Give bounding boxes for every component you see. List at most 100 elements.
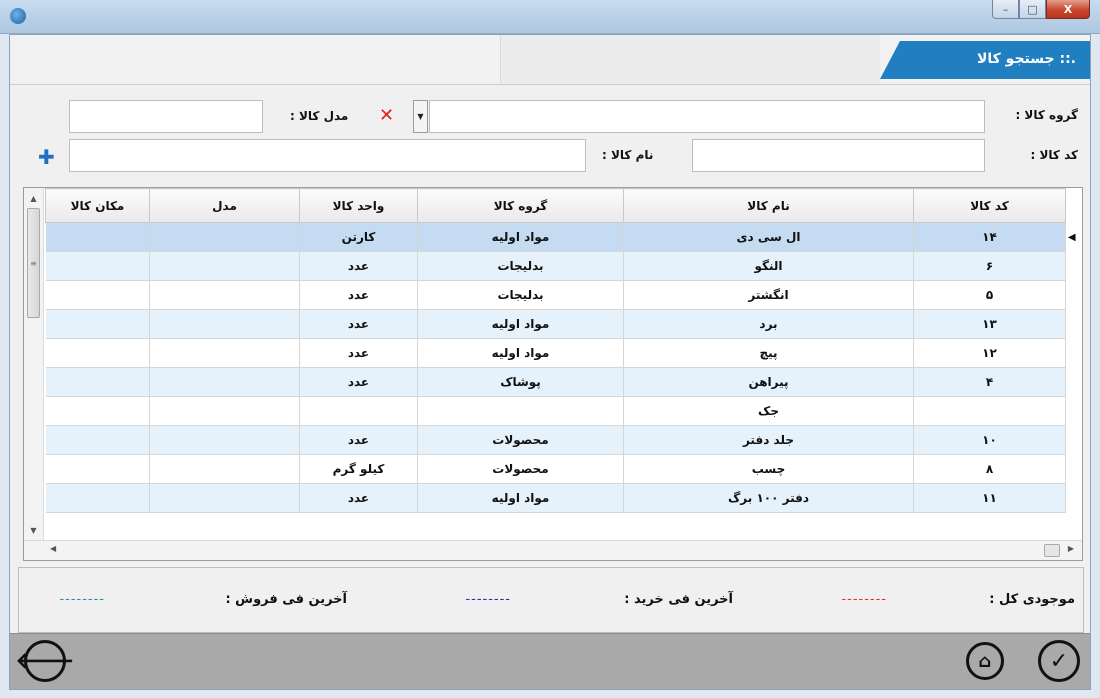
items-grid: ▲ ≡ ▼ کد کالا نام کالا گروه کالا واحد کا… xyxy=(23,187,1083,561)
close-x-icon[interactable]: ✕ xyxy=(379,107,394,125)
stock-label: موجودی کل : xyxy=(989,592,1075,607)
cell-code xyxy=(913,396,1066,426)
cell-name: دفتر ۱۰۰ برگ xyxy=(623,483,914,513)
cell-model xyxy=(149,425,300,455)
column-header-unit[interactable]: واحد کالا xyxy=(299,188,418,223)
column-header-location[interactable]: مکان کالا xyxy=(45,188,150,223)
scroll-thumb[interactable]: ≡ xyxy=(27,208,40,318)
table-row[interactable]: ۵ انگشتر بدلیجات عدد xyxy=(45,280,1078,310)
table-row[interactable]: ۶ النگو بدلیجات عدد xyxy=(45,251,1078,281)
scroll-right-icon[interactable]: ▶ xyxy=(1068,544,1074,553)
code-input[interactable] xyxy=(692,139,985,172)
cell-name: برد xyxy=(623,309,914,339)
cell-model xyxy=(149,222,300,252)
table-row[interactable]: ۴ پیراهن پوشاک عدد xyxy=(45,367,1078,397)
table-row[interactable]: ۱۳ برد مواد اولیه عدد xyxy=(45,309,1078,339)
cell-code: ۶ xyxy=(913,251,1066,281)
cell-model xyxy=(149,454,300,484)
cell-name: چسب xyxy=(623,454,914,484)
cell-group: مواد اولیه xyxy=(417,338,624,368)
cell-location xyxy=(45,396,150,426)
cell-location xyxy=(45,338,150,368)
model-input[interactable] xyxy=(69,100,263,133)
cell-group: بدلیجات xyxy=(417,280,624,310)
home-button[interactable]: ⌂ xyxy=(966,642,1004,680)
cell-unit: کیلو گرم xyxy=(299,454,418,484)
table-row[interactable]: ۱۱ دفتر ۱۰۰ برگ مواد اولیه عدد xyxy=(45,483,1078,513)
cell-name: پیراهن xyxy=(623,367,914,397)
group-combo-input[interactable] xyxy=(429,100,985,133)
cell-location xyxy=(45,483,150,513)
cell-location xyxy=(45,454,150,484)
row-selector xyxy=(1065,454,1078,484)
scroll-down-icon[interactable]: ▼ xyxy=(24,522,43,538)
cell-unit: عدد xyxy=(299,483,418,513)
form-client-area: .:: جستجو کالا گروه کالا : ▼ ✕ مدل کالا … xyxy=(9,34,1091,690)
confirm-button[interactable]: ✓ xyxy=(1038,640,1080,682)
column-header-code[interactable]: کد کالا xyxy=(913,188,1066,223)
form-header: .:: جستجو کالا xyxy=(10,35,1090,85)
cell-location xyxy=(45,222,150,252)
table-row[interactable]: ۱۰ جلد دفتر محصولات عدد xyxy=(45,425,1078,455)
cell-code: ۱۰ xyxy=(913,425,1066,455)
cell-name: پیچ xyxy=(623,338,914,368)
chevron-down-icon[interactable]: ▼ xyxy=(413,100,428,133)
cell-unit: عدد xyxy=(299,338,418,368)
cell-code: ۵ xyxy=(913,280,1066,310)
cell-group: بدلیجات xyxy=(417,251,624,281)
cell-unit: عدد xyxy=(299,251,418,281)
table-row[interactable]: ۱۲ پیچ مواد اولیه عدد xyxy=(45,338,1078,368)
vertical-scrollbar[interactable]: ▲ ≡ ▼ xyxy=(24,188,44,540)
cell-name: النگو xyxy=(623,251,914,281)
cell-model xyxy=(149,396,300,426)
scroll-up-icon[interactable]: ▲ xyxy=(24,190,43,206)
maximize-button[interactable]: □ xyxy=(1019,0,1046,19)
column-header-model[interactable]: مدل xyxy=(149,188,300,223)
cell-location xyxy=(45,251,150,281)
cell-name: جک xyxy=(623,396,914,426)
items-table: کد کالا نام کالا گروه کالا واحد کالا مدل… xyxy=(45,188,1078,513)
last-sell-value: -------- xyxy=(59,592,105,607)
cell-unit: عدد xyxy=(299,367,418,397)
last-sell-label: آخرین فی فروش : xyxy=(225,592,347,607)
cell-code: ۴ xyxy=(913,367,1066,397)
window-controls: – □ X xyxy=(992,0,1090,19)
last-buy-label: آخرین فی خرید : xyxy=(624,592,733,607)
stock-value: -------- xyxy=(841,592,887,607)
page-title: .:: جستجو کالا xyxy=(976,51,1076,67)
app-logo-icon xyxy=(10,8,26,24)
row-selector xyxy=(1065,425,1078,455)
cell-code: ۸ xyxy=(913,454,1066,484)
scroll-thumb-horizontal[interactable] xyxy=(1044,544,1060,557)
plus-icon[interactable]: ✚ xyxy=(38,147,55,167)
name-input[interactable] xyxy=(69,139,586,172)
cell-model xyxy=(149,251,300,281)
row-selector xyxy=(1065,309,1078,339)
horizontal-scrollbar[interactable]: ◀ ▶ xyxy=(24,540,1082,560)
column-header-name[interactable]: نام کالا xyxy=(623,188,914,223)
row-selector-header xyxy=(1065,188,1078,223)
cell-group: مواد اولیه xyxy=(417,222,624,252)
table-row[interactable]: ◀ ۱۴ ال سی دی مواد اولیه کارتن xyxy=(45,222,1078,252)
cell-code: ۱۴ xyxy=(913,222,1066,252)
table-row[interactable]: ۸ چسب محصولات کیلو گرم xyxy=(45,454,1078,484)
scroll-left-icon[interactable]: ◀ xyxy=(50,544,56,553)
row-selector xyxy=(1065,280,1078,310)
row-selector xyxy=(1065,251,1078,281)
row-selector xyxy=(1065,367,1078,397)
cell-group: مواد اولیه xyxy=(417,483,624,513)
cell-group: مواد اولیه xyxy=(417,309,624,339)
column-header-group[interactable]: گروه کالا xyxy=(417,188,624,223)
cell-unit xyxy=(299,396,418,426)
row-pointer-icon: ◀ xyxy=(1065,222,1078,252)
cell-code: ۱۱ xyxy=(913,483,1066,513)
cell-unit: عدد xyxy=(299,309,418,339)
minimize-button[interactable]: – xyxy=(992,0,1019,19)
cell-model xyxy=(149,280,300,310)
close-button[interactable]: X xyxy=(1046,0,1090,19)
cell-location xyxy=(45,425,150,455)
back-button[interactable]: 🡐 xyxy=(16,640,75,682)
cell-name: ال سی دی xyxy=(623,222,914,252)
table-row[interactable]: جک xyxy=(45,396,1078,426)
cell-location xyxy=(45,280,150,310)
